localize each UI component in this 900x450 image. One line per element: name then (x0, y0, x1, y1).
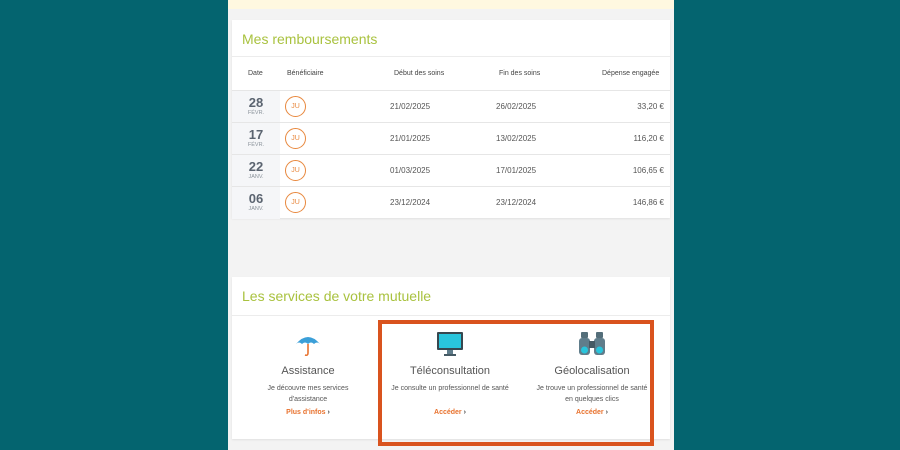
end-date: 17/01/2025 (496, 166, 537, 175)
date-day: 28 (248, 95, 264, 110)
link-label: Plus d'infos (286, 409, 326, 416)
table-row[interactable]: 06 JANV. JU 23/12/2024 23/12/2024 146,86… (232, 186, 670, 219)
start-date: 21/02/2025 (390, 102, 431, 111)
reimbursements-title: Mes remboursements (242, 31, 378, 47)
date-day: 22 (248, 159, 264, 174)
end-date: 13/02/2025 (496, 134, 537, 143)
highlight-box (378, 320, 654, 446)
service-description: Je découvre mes services d'assistance (267, 385, 349, 403)
date-month: JANV. (248, 206, 264, 212)
table-row[interactable]: 28 FÉVR. JU 21/02/2025 26/02/2025 33,20 … (232, 90, 670, 123)
date-cell: 28 FÉVR. (232, 91, 280, 123)
col-header-beneficiary: Bénéficiaire (287, 70, 324, 77)
beneficiary-avatar: JU (285, 96, 306, 117)
plus-infos-link[interactable]: Plus d'infos › (238, 409, 378, 416)
beneficiary-avatar: JU (285, 128, 306, 149)
amount: 33,20 € (637, 102, 664, 111)
start-date: 21/01/2025 (390, 134, 431, 143)
chevron-right-icon: › (327, 409, 330, 416)
date-cell: 17 FÉVR. (232, 123, 280, 155)
notice-strip (228, 0, 674, 9)
start-date: 01/03/2025 (390, 166, 431, 175)
date-day: 17 (248, 127, 264, 142)
date-cell: 22 JANV. (232, 155, 280, 187)
beneficiary-avatar: JU (285, 192, 306, 213)
end-date: 23/12/2024 (496, 198, 537, 207)
amount: 146,86 € (632, 198, 664, 207)
date-month: JANV. (248, 174, 264, 180)
beneficiary-avatar: JU (285, 160, 306, 181)
table-row[interactable]: 22 JANV. JU 01/03/2025 17/01/2025 106,65… (232, 154, 670, 187)
date-cell: 06 JANV. (232, 187, 280, 219)
col-header-start: Début des soins (394, 70, 445, 77)
amount: 106,65 € (632, 166, 664, 175)
col-header-end: Fin des soins (499, 70, 541, 77)
table-row[interactable]: 17 FÉVR. JU 21/01/2025 13/02/2025 116,20… (232, 122, 670, 155)
services-title: Les services de votre mutuelle (242, 288, 432, 304)
start-date: 23/12/2024 (390, 198, 431, 207)
date-day: 06 (248, 191, 264, 206)
service-title: Assistance (281, 365, 335, 377)
umbrella-icon (296, 337, 320, 357)
service-assistance: Assistance Je découvre mes services d'as… (238, 315, 378, 435)
end-date: 26/02/2025 (496, 102, 537, 111)
date-month: FÉVR. (247, 142, 265, 148)
col-header-amount: Dépense engagée (602, 70, 660, 77)
amount: 116,20 € (633, 134, 664, 143)
col-header-date: Date (248, 70, 263, 77)
date-month: FÉVR. (247, 110, 265, 116)
reimbursements-card: Mes remboursements Date Bénéficiaire Déb… (232, 20, 670, 219)
